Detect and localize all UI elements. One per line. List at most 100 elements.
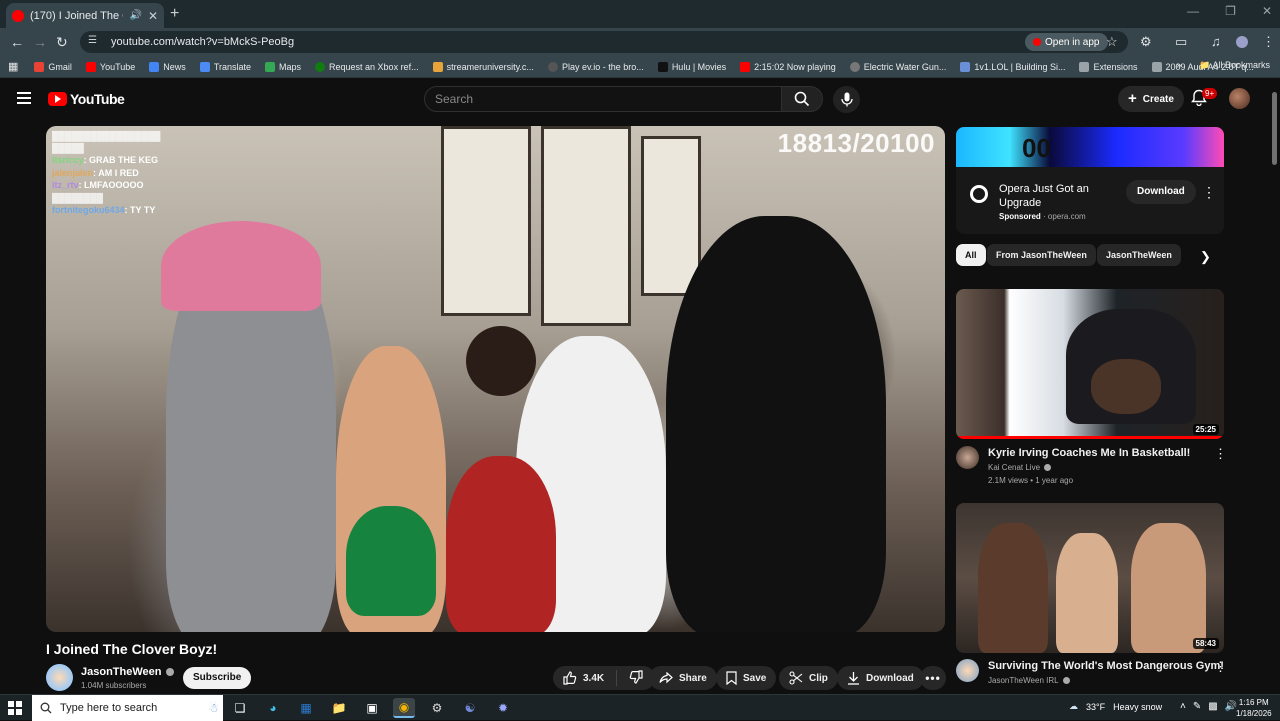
related-channel[interactable]: JasonTheWeen IRL — [988, 676, 1070, 685]
search-button[interactable] — [781, 86, 823, 112]
search-input[interactable]: Search — [424, 86, 782, 112]
bookmark-now-playing[interactable]: 2:15:02 Now playing — [740, 61, 836, 72]
channel-avatar[interactable] — [46, 664, 73, 691]
bookmark-xbox[interactable]: Request an Xbox ref... — [315, 61, 419, 72]
save-button[interactable]: Save — [716, 666, 777, 690]
related-title[interactable]: Surviving The World's Most Dangerous Gym… — [988, 660, 1224, 672]
menu-dots-icon[interactable]: ⋮ — [1262, 34, 1275, 50]
chip-all[interactable]: All — [956, 244, 986, 266]
taskbar-search-input[interactable]: Type here to search ☃ — [32, 695, 223, 721]
restore-icon[interactable]: ❐ — [1225, 4, 1236, 18]
ad-download-button[interactable]: Download — [1126, 180, 1196, 204]
ad-banner-image[interactable]: 00 — [956, 127, 1224, 167]
chip-from-channel[interactable]: From JasonTheWeen — [987, 244, 1096, 266]
close-tab-icon[interactable]: ✕ — [148, 9, 158, 23]
back-icon[interactable]: ← — [10, 34, 24, 50]
chat-text: : LMFAOOOOO — [78, 180, 144, 190]
chat-redacted-row: █████ — [52, 143, 84, 153]
download-button[interactable]: Download — [837, 666, 924, 690]
cast-icon[interactable]: ▭ — [1175, 34, 1187, 50]
subscribe-button[interactable]: Subscribe — [183, 667, 252, 689]
sponsored-ad-card[interactable]: 00 Opera Just Got an Upgrade Sponsored ·… — [956, 127, 1224, 234]
channel-name[interactable]: JasonTheWeen — [81, 666, 174, 678]
windows-taskbar: Type here to search ☃ ❏ ◕ ▦ 📁 ▣ ◉ ⚙ ☯ ✹ … — [0, 694, 1280, 721]
chevron-right-icon[interactable]: ❯ — [1200, 249, 1211, 265]
chat-redacted-row: ████████ — [52, 192, 104, 203]
video-player[interactable]: █████████████████ █████ itsriccy: GRAB T… — [46, 126, 945, 632]
new-tab-button[interactable]: + — [170, 5, 179, 23]
more-vertical-icon[interactable]: ⋮ — [1214, 659, 1227, 675]
file-explorer-icon[interactable]: 📁 — [328, 698, 350, 718]
more-actions-button[interactable]: ••• — [920, 666, 946, 690]
news-icon — [149, 61, 160, 72]
steam-icon[interactable]: ⚙ — [426, 698, 448, 718]
apps-grid-icon[interactable]: ▦ — [8, 60, 18, 73]
clip-button[interactable]: Clip — [779, 666, 838, 690]
bookmark-gmail[interactable]: Gmail — [34, 61, 72, 72]
bookmark-maps[interactable]: Maps — [265, 61, 301, 72]
word-icon[interactable]: ▦ — [295, 698, 317, 718]
snowman-icon: ☃ — [208, 701, 219, 715]
speaker-icon[interactable]: 🔊 — [129, 10, 141, 21]
video-figure — [466, 326, 536, 396]
bookmark-streameruniversity[interactable]: streameruniversity.c... — [432, 61, 534, 72]
snow-cloud-icon: ☁ — [1069, 701, 1078, 711]
minimize-icon[interactable]: — — [1187, 4, 1199, 18]
all-bookmarks[interactable]: » 📁 All Bookmarks — [1176, 60, 1270, 71]
windows-start-icon[interactable] — [8, 701, 22, 715]
profile-icon[interactable] — [1236, 36, 1248, 48]
related-thumbnail[interactable]: 58:43 — [956, 503, 1224, 653]
taskbar-clock[interactable]: 1:16 PM 1/18/2026 — [1236, 697, 1272, 719]
share-button[interactable]: Share — [649, 666, 717, 690]
more-vertical-icon[interactable]: ⋮ — [1214, 446, 1227, 462]
task-view-icon[interactable]: ❏ — [229, 698, 251, 718]
chevron-up-icon[interactable]: ˄ — [1180, 701, 1186, 712]
like-button[interactable]: 3.4K — [563, 670, 618, 686]
chrome-icon[interactable]: ◉ — [393, 698, 415, 718]
bookmark-hulu[interactable]: Hulu | Movies — [657, 61, 726, 72]
ad-sponsor-line: Sponsored · opera.com — [999, 212, 1086, 221]
bookmark-star-icon[interactable]: ☆ — [1106, 34, 1118, 50]
address-bar[interactable]: ☰ youtube.com/watch?v=bMckS-PeoBg — [80, 31, 1128, 53]
reload-icon[interactable]: ↻ — [56, 34, 68, 51]
create-button[interactable]: + Create — [1118, 86, 1184, 112]
related-thumbnail[interactable]: 25:25 — [956, 289, 1224, 439]
menu-icon[interactable] — [17, 92, 31, 104]
app-icon[interactable]: ✹ — [492, 698, 514, 718]
bookmark-extensions[interactable]: Extensions — [1079, 61, 1138, 72]
close-window-icon[interactable]: ✕ — [1262, 4, 1272, 18]
ad-title[interactable]: Opera Just Got an Upgrade — [999, 182, 1109, 210]
store-icon[interactable]: ▣ — [361, 698, 383, 718]
pen-icon[interactable]: ✎ — [1193, 701, 1201, 712]
extensions-icon[interactable]: ⚙ — [1140, 34, 1152, 50]
related-channel-avatar[interactable] — [956, 659, 979, 682]
bookmark-1v1lol[interactable]: 1v1.LOL | Building Si... — [960, 61, 1065, 72]
site-info-icon[interactable]: ☰ — [88, 35, 102, 49]
media-control-icon[interactable]: ♫ — [1211, 34, 1221, 49]
related-channel-avatar[interactable] — [956, 446, 979, 469]
bookmark-news[interactable]: News — [149, 61, 186, 72]
page-scrollbar[interactable] — [1272, 92, 1277, 165]
bookmark-water-gun[interactable]: Electric Water Gun... — [849, 61, 946, 72]
chat-username: fortnitegoku6434 — [52, 204, 125, 215]
tab-title: (170) I Joined The Clover Boyz! — [30, 9, 123, 22]
bookmark-evio[interactable]: Play ev.io - the bro... — [547, 61, 644, 72]
chip-channel[interactable]: JasonTheWeen — [1097, 244, 1181, 266]
voice-search-button[interactable] — [833, 86, 860, 113]
bookmark-youtube[interactable]: YouTube — [85, 61, 135, 72]
ad-more-options-icon[interactable]: ⋮ — [1202, 184, 1216, 201]
system-tray: ˄ ✎ ▩ 🔊 — [1180, 701, 1237, 712]
edge-icon[interactable]: ◕ — [262, 698, 284, 718]
forward-icon[interactable]: → — [33, 34, 47, 50]
account-avatar[interactable] — [1229, 88, 1250, 109]
discord-icon[interactable]: ☯ — [459, 698, 481, 718]
browser-tab[interactable]: (170) I Joined The Clover Boyz! 🔊 ✕ — [6, 3, 164, 28]
related-channel[interactable]: Kai Cenat Live — [988, 463, 1052, 472]
weather-widget[interactable]: ☁ 33°F Heavy snow — [1069, 701, 1162, 712]
related-title[interactable]: Kyrie Irving Coaches Me In Basketball! — [988, 447, 1190, 459]
bookmarks-overflow-icon[interactable]: » — [1176, 60, 1181, 70]
open-in-app-button[interactable]: Open in app — [1025, 33, 1108, 51]
network-icon[interactable]: ▩ — [1208, 701, 1217, 712]
youtube-logo[interactable]: YouTube — [48, 91, 125, 107]
bookmark-translate[interactable]: Translate — [199, 61, 251, 72]
